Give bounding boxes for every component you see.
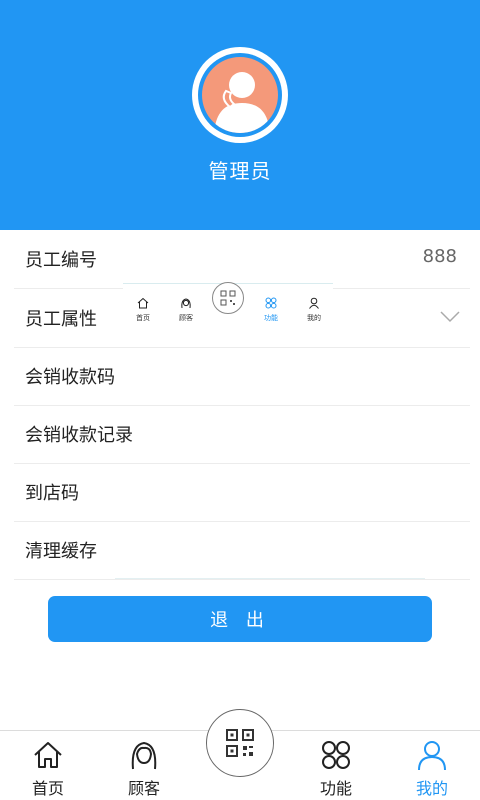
row-clear-cache[interactable]: 清理缓存 bbox=[14, 521, 470, 580]
row-employee-id: 员工编号 888 bbox=[14, 230, 470, 289]
tab-label: 顾客 bbox=[127, 779, 160, 798]
mini-tabbar: 首页 顾客 功能 我的 bbox=[123, 282, 333, 328]
row-payment-code[interactable]: 会销收款码 bbox=[14, 347, 470, 406]
row-label: 清理缓存 bbox=[25, 541, 97, 562]
row-store-code[interactable]: 到店码 bbox=[14, 463, 470, 522]
row-label: 员工属性 bbox=[25, 309, 97, 330]
home-icon bbox=[137, 297, 149, 309]
avatar-border bbox=[198, 53, 282, 137]
tab-label: 首页 bbox=[31, 779, 64, 798]
tab-function[interactable]: 功能 bbox=[296, 739, 376, 799]
user-icon bbox=[309, 297, 319, 309]
username: 管理员 bbox=[208, 159, 272, 183]
bottom-tabbar: 首页 顾客 功能 我的 bbox=[0, 709, 480, 800]
customer-icon bbox=[181, 298, 191, 309]
qr-code-icon bbox=[226, 729, 254, 757]
home-icon bbox=[34, 742, 62, 768]
tab-label: 功能 bbox=[319, 779, 352, 798]
mini-tab-label: 首页 bbox=[136, 314, 150, 322]
mini-center-button[interactable] bbox=[212, 282, 244, 314]
mini-tab-function[interactable]: 功能 bbox=[256, 294, 286, 323]
tab-label: 我的 bbox=[415, 779, 448, 798]
avatar-image bbox=[202, 57, 278, 133]
scan-button[interactable] bbox=[206, 709, 274, 777]
row-payment-records[interactable]: 会销收款记录 bbox=[14, 405, 470, 464]
employee-id-value: 888 bbox=[422, 246, 457, 267]
chevron-down-icon bbox=[440, 311, 460, 323]
mini-tab-label: 顾客 bbox=[179, 314, 193, 322]
mini-tab-label: 我的 bbox=[307, 314, 321, 322]
mini-tab-home[interactable]: 首页 bbox=[128, 294, 158, 323]
tab-mine[interactable]: 我的 bbox=[392, 739, 472, 799]
row-label: 员工编号 bbox=[25, 250, 97, 271]
tab-home[interactable]: 首页 bbox=[8, 739, 88, 799]
customer-icon bbox=[131, 741, 157, 770]
profile-screen: 管理员 员工编号 888 员工属性 会销收款码 会销收款记录 到店码 清理缓存 … bbox=[0, 0, 480, 800]
row-label: 会销收款记录 bbox=[25, 425, 133, 446]
row-label: 会销收款码 bbox=[25, 367, 115, 388]
function-icon bbox=[322, 741, 350, 769]
user-icon bbox=[418, 741, 446, 771]
mini-tab-customer[interactable]: 顾客 bbox=[171, 294, 201, 323]
tab-customer[interactable]: 顾客 bbox=[104, 739, 184, 799]
profile-header: 管理员 bbox=[0, 0, 480, 230]
logout-button[interactable]: 退 出 bbox=[48, 596, 432, 642]
avatar[interactable] bbox=[192, 47, 288, 143]
row-label: 到店码 bbox=[25, 483, 79, 504]
divider bbox=[115, 578, 425, 579]
mini-tab-mine[interactable]: 我的 bbox=[299, 294, 329, 323]
qr-code-icon bbox=[220, 290, 236, 306]
user-phone-icon bbox=[214, 72, 270, 133]
function-icon bbox=[265, 297, 277, 309]
mini-tab-label: 功能 bbox=[264, 314, 278, 322]
